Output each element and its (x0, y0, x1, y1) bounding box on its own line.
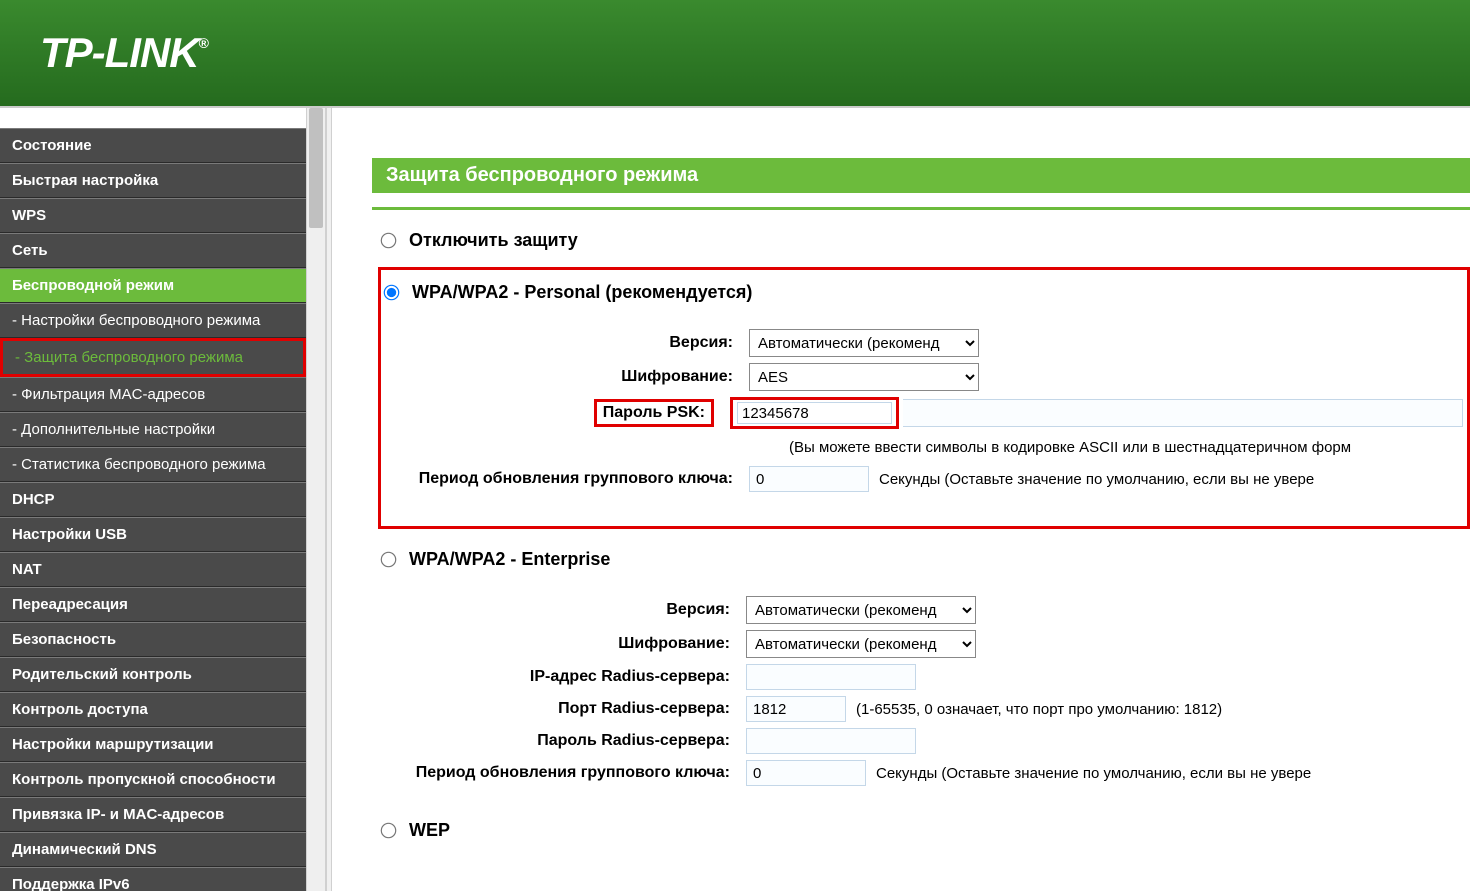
psk-hint: (Вы можете ввести символы в кодировке AS… (789, 435, 1463, 460)
nav-item-20[interactable]: Динамический DNS (0, 832, 306, 867)
nav-item-1[interactable]: Быстрая настройка (0, 163, 306, 198)
nav-item-13[interactable]: Переадресация (0, 587, 306, 622)
nav-item-2[interactable]: WPS (0, 198, 306, 233)
group-key-label: Период обновления группового ключа: (409, 470, 749, 488)
nav-item-8[interactable]: - Дополнительные настройки (0, 412, 306, 447)
page-title: Защита беспроводного режима (372, 158, 1470, 193)
radius-pass-label: Пароль Radius-сервера: (406, 732, 746, 750)
nav-item-21[interactable]: Поддержка IPv6 (0, 867, 306, 891)
nav-item-12[interactable]: NAT (0, 552, 306, 587)
scrollbar-thumb[interactable] (309, 108, 323, 228)
ent-version-select[interactable]: Автоматически (рекоменд (746, 596, 976, 624)
psk-input-extension[interactable] (903, 399, 1463, 427)
radius-ip-input[interactable] (746, 664, 916, 690)
nav-item-5[interactable]: - Настройки беспроводного режима (0, 303, 306, 338)
nav-item-17[interactable]: Настройки маршрутизации (0, 727, 306, 762)
wpa-enterprise-title: WPA/WPA2 - Enterprise (409, 549, 610, 570)
psk-label-highlight: Пароль PSK: (594, 399, 714, 427)
version-label: Версия: (409, 334, 749, 352)
nav-item-0[interactable]: Состояние (0, 128, 306, 163)
nav-item-11[interactable]: Настройки USB (0, 517, 306, 552)
radius-port-hint: (1-65535, 0 означает, что порт про умолч… (856, 701, 1222, 718)
nav-item-9[interactable]: - Статистика беспроводного режима (0, 447, 306, 482)
psk-label: Пароль PSK: (603, 404, 705, 421)
encryption-select[interactable]: AES (749, 363, 979, 391)
psk-input[interactable] (737, 402, 892, 424)
nav-item-19[interactable]: Привязка IP- и MAC-адресов (0, 797, 306, 832)
disable-security-label: Отключить защиту (409, 230, 578, 251)
ent-encryption-label: Шифрование: (406, 635, 746, 653)
ent-encryption-select[interactable]: Автоматически (рекоменд (746, 630, 976, 658)
title-separator (372, 207, 1470, 210)
sidebar-scrollbar[interactable] (306, 108, 326, 891)
radius-port-input[interactable] (746, 696, 846, 722)
ent-group-key-input[interactable] (746, 760, 866, 786)
nav-item-3[interactable]: Сеть (0, 233, 306, 268)
radio-disable-security[interactable] (381, 233, 397, 249)
encryption-label: Шифрование: (409, 368, 749, 386)
wpa-personal-title: WPA/WPA2 - Personal (рекомендуется) (412, 282, 752, 303)
wpa-personal-highlight: WPA/WPA2 - Personal (рекомендуется) Верс… (378, 267, 1470, 529)
nav-item-16[interactable]: Контроль доступа (0, 692, 306, 727)
wep-title: WEP (409, 820, 450, 841)
nav-item-10[interactable]: DHCP (0, 482, 306, 517)
content-area: Защита беспроводного режима Отключить за… (332, 108, 1470, 891)
radius-port-label: Порт Radius-сервера: (406, 700, 746, 718)
header: TP-LINK® (0, 0, 1470, 108)
radio-wpa-personal[interactable] (384, 285, 400, 301)
group-key-hint: Секунды (Оставьте значение по умолчанию,… (879, 471, 1314, 488)
nav-item-7[interactable]: - Фильтрация MAC-адресов (0, 377, 306, 412)
nav-item-15[interactable]: Родительский контроль (0, 657, 306, 692)
ent-group-key-hint: Секунды (Оставьте значение по умолчанию,… (876, 765, 1311, 782)
brand-logo: TP-LINK® (40, 29, 208, 77)
nav-item-18[interactable]: Контроль пропускной способности (0, 762, 306, 797)
ent-group-key-label: Период обновления группового ключа: (406, 764, 746, 782)
nav-item-4[interactable]: Беспроводной режим (0, 268, 306, 303)
psk-field-highlight (730, 397, 899, 429)
radius-pass-input[interactable] (746, 728, 916, 754)
sidebar: СостояниеБыстрая настройкаWPSСетьБеспров… (0, 108, 306, 891)
radius-ip-label: IP-адрес Radius-сервера: (406, 668, 746, 686)
radio-wep[interactable] (381, 823, 397, 839)
group-key-input[interactable] (749, 466, 869, 492)
radio-wpa-enterprise[interactable] (381, 552, 397, 568)
nav-item-6[interactable]: - Защита беспроводного режима (0, 338, 306, 377)
nav-item-14[interactable]: Безопасность (0, 622, 306, 657)
ent-version-label: Версия: (406, 601, 746, 619)
version-select[interactable]: Автоматически (рекоменд (749, 329, 979, 357)
